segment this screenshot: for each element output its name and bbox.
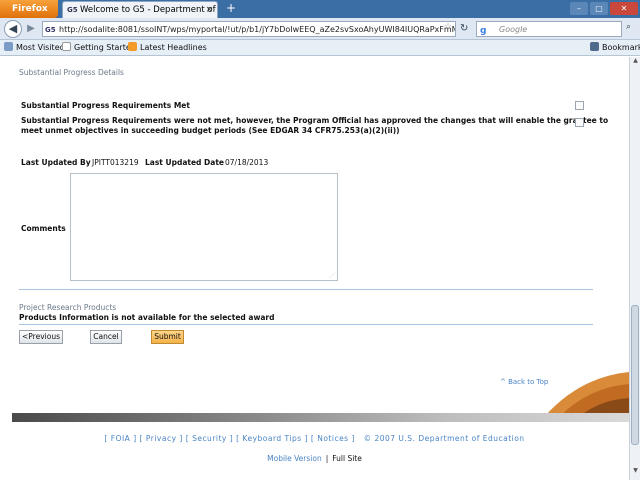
google-icon: g [480,26,487,36]
decorative-stripe [12,413,629,422]
cancel-button[interactable]: Cancel [90,330,122,344]
req-not-met-label-line2: meet unmet objectives in succeeding budg… [21,126,400,135]
bookmark-label: Getting Started [74,43,136,52]
req-met-label: Substantial Progress Requirements Met [21,101,190,110]
tab-close-icon[interactable]: × [205,2,213,18]
scroll-up-icon[interactable]: ▲ [631,57,640,66]
last-updated-date-label: Last Updated Date [145,158,224,167]
bookmark-label: Bookmarks [602,43,640,52]
bookmark-label: Most Visited [16,43,65,52]
req-not-met-checkbox[interactable] [575,118,584,127]
products-message: Products Information is not available fo… [19,313,275,322]
bookmark-latest-headlines[interactable]: Latest Headlines [128,40,207,55]
bookmarks-toolbar: Most Visited Getting Started Latest Head… [0,40,640,56]
req-not-met-label-line1: Substantial Progress Requirements were n… [21,116,609,125]
tab-title: Welcome to G5 - Department of Educati... [80,5,217,15]
bookmark-getting-started[interactable]: Getting Started [62,40,136,55]
previous-button[interactable]: <Previous [19,330,63,344]
minimize-icon[interactable]: – [570,2,588,15]
back-arrow-icon[interactable]: ◀ [4,20,22,38]
footer-link-keyboard-tips[interactable]: Keyboard Tips [242,434,301,443]
search-placeholder: Google [499,25,528,34]
section-title: Substantial Progress Details [19,68,124,77]
new-tab-button[interactable]: + [224,2,238,16]
url-text: http://sodalite:8081/ssoINT/wps/myportal… [59,25,455,34]
vertical-scrollbar[interactable]: ▲ ▼ [629,57,640,480]
last-updated-date-value: 07/18/2013 [225,158,269,167]
footer-link-notices[interactable]: Notices [317,434,348,443]
bookmarks-menu[interactable]: Bookmarks [590,40,640,55]
search-input[interactable]: g Google [476,21,622,37]
footer-link-privacy[interactable]: Privacy [146,434,177,443]
browser-titlebar: Firefox G5 Welcome to G5 - Department of … [0,0,640,18]
resize-grip-icon[interactable]: ⋰ [329,272,335,279]
decorative-graphic [540,372,629,416]
project-research-title: Project Research Products [19,303,117,312]
navigation-toolbar: ◀ ▶ G5 http://sodalite:8081/ssoINT/wps/m… [0,18,640,40]
reload-icon[interactable]: ↻ [460,22,472,36]
mobile-version-link[interactable]: Mobile Version [267,454,322,463]
bookmark-label: Latest Headlines [140,43,207,52]
full-site-label: Full Site [332,454,362,463]
search-icon[interactable]: ⌕ [626,22,631,32]
last-updated-by-value: JPITT013219 [92,158,139,167]
scroll-down-icon[interactable]: ▼ [631,467,640,476]
window-controls: – ▢ ✕ [570,2,638,16]
bookmarks-icon [590,42,599,51]
page-icon [62,42,71,51]
page-content: Substantial Progress Details Substantial… [0,57,629,480]
site-identity-icon[interactable]: G5 [45,23,56,36]
divider [19,289,593,290]
maximize-icon[interactable]: ▢ [590,2,608,15]
footer-version-links: Mobile Version | Full Site [267,454,362,463]
comments-textarea[interactable]: ⋰ [70,173,338,281]
last-updated-by-label: Last Updated By [21,158,91,167]
divider [19,324,593,325]
bookmark-most-visited[interactable]: Most Visited [4,40,65,55]
scroll-thumb[interactable] [631,305,639,445]
footer-link-foia[interactable]: FOIA [111,434,131,443]
forward-arrow-icon[interactable]: ▶ [24,22,38,36]
most-visited-icon [4,42,13,51]
browser-tab[interactable]: G5Welcome to G5 - Department of Educati.… [62,1,218,18]
submit-button[interactable]: Submit [151,330,184,344]
rss-feed-icon [128,42,137,51]
req-met-checkbox[interactable] [575,101,584,110]
g5-favicon-icon: G5 [67,5,78,14]
bookmark-star-icon[interactable]: ☆ [444,22,452,32]
firefox-menu-button[interactable]: Firefox [0,0,58,18]
footer-link-security[interactable]: Security [192,434,227,443]
firefox-menu-label: Firefox [12,4,48,14]
window-close-icon[interactable]: ✕ [610,2,638,15]
copyright-text: © 2007 U.S. Department of Education [363,434,525,443]
address-bar[interactable]: G5 http://sodalite:8081/ssoINT/wps/mypor… [42,21,456,37]
footer-links: [ FOIA ] [ Privacy ] [ Security ] [ Keyb… [104,434,525,443]
comments-label: Comments [21,224,66,233]
